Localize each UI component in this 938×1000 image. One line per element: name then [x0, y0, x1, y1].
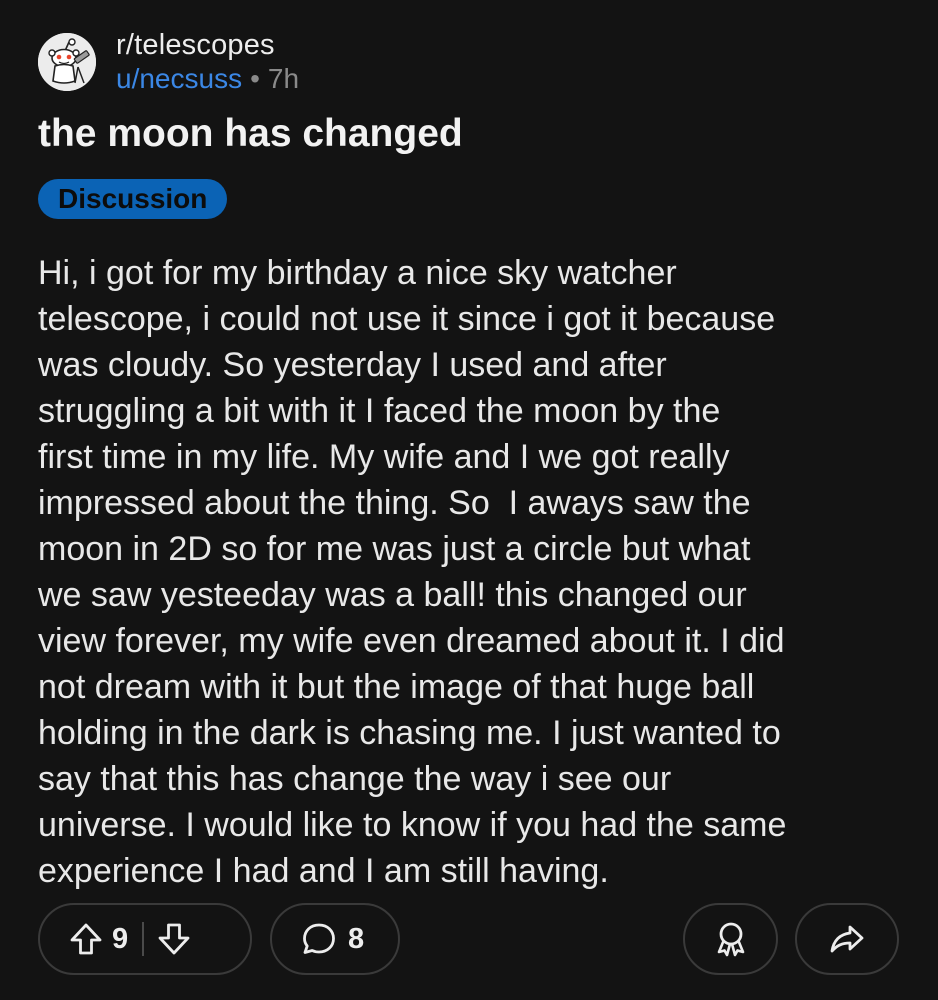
- post-flair[interactable]: Discussion: [38, 179, 228, 219]
- post-body: Hi, i got for my birthday a nice sky wat…: [38, 254, 787, 890]
- subreddit-avatar[interactable]: [38, 33, 96, 91]
- arrow-up-icon: [70, 923, 102, 955]
- meta-separator: •: [250, 63, 260, 94]
- downvote-button[interactable]: [156, 921, 192, 957]
- share-arrow-icon: [830, 925, 864, 953]
- comment-icon-wrap: [300, 920, 338, 958]
- post-title: the moon has changed: [38, 112, 463, 155]
- author-username[interactable]: u/necsuss: [116, 62, 242, 96]
- award-ribbon-icon: [717, 922, 744, 957]
- vote-divider: [142, 922, 145, 956]
- snoo-avatar-icon: [38, 33, 96, 91]
- post-header: r/telescopes u/necsuss • 7h: [38, 28, 299, 96]
- arrow-down-icon: [158, 923, 190, 955]
- post-action-bar: 9 8: [0, 903, 938, 977]
- post-meta: r/telescopes u/necsuss • 7h: [116, 28, 299, 96]
- share-button[interactable]: [795, 903, 899, 975]
- award-button[interactable]: [683, 903, 778, 975]
- speech-bubble-icon: [303, 923, 335, 954]
- byline: u/necsuss • 7h: [116, 62, 299, 96]
- subreddit-name[interactable]: r/telescopes: [116, 28, 299, 62]
- comments-button[interactable]: 8: [270, 903, 400, 975]
- upvote-button[interactable]: [68, 921, 104, 957]
- comment-count: 8: [348, 922, 365, 955]
- upvote-count: 9: [112, 922, 129, 955]
- post-timestamp: 7h: [267, 63, 300, 94]
- vote-pill: 9: [38, 903, 252, 975]
